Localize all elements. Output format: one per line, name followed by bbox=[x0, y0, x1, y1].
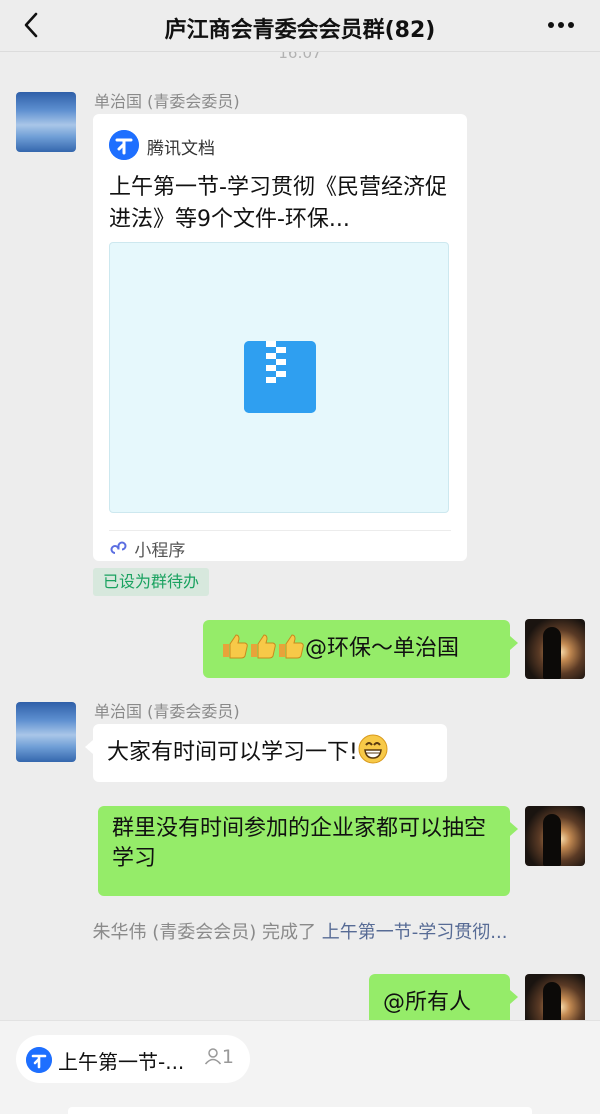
tencent-docs-logo-icon bbox=[109, 130, 139, 160]
message-text: 大家有时间可以学习一下! bbox=[107, 740, 358, 765]
sender-name: 单治国 (青委会委员) bbox=[94, 92, 240, 111]
other-message-bubble[interactable]: 大家有时间可以学习一下! bbox=[85, 724, 447, 782]
card-divider bbox=[109, 530, 451, 531]
chat-title: 庐江商会青委会会员群(82) bbox=[164, 18, 436, 43]
group-todo-tag[interactable]: 已设为群待办 bbox=[93, 568, 210, 596]
grinning-face-icon bbox=[358, 734, 388, 779]
sender-name: 单治国 (青委会委员) bbox=[94, 702, 240, 721]
bottom-bar: 上午第一节-... 1 bbox=[0, 1020, 600, 1114]
pinned-todo-title: 上午第一节-... bbox=[58, 1050, 185, 1074]
sender-avatar[interactable] bbox=[16, 92, 76, 152]
message-text: 群里没有时间参加的企业家都可以抽空学习 bbox=[112, 816, 487, 871]
more-icon[interactable] bbox=[544, 10, 578, 40]
doc-title: 上午第一节-学习贯彻《民营经济促进法》等9个文件-环保... bbox=[109, 175, 447, 232]
self-avatar[interactable] bbox=[525, 619, 585, 679]
message-text: @所有人 bbox=[383, 990, 472, 1015]
self-message-bubble[interactable]: @环保～单治国 bbox=[203, 620, 518, 678]
pinned-todo-count: 1 bbox=[204, 1046, 234, 1068]
chat-header: 庐江商会青委会会员群(82) bbox=[0, 0, 600, 52]
tencent-docs-logo-icon bbox=[26, 1047, 52, 1073]
message-input[interactable] bbox=[68, 1107, 532, 1114]
system-message: 朱华伟 (青委会会员) 完成了 上午第一节-学习贯彻... bbox=[0, 918, 600, 944]
mini-program-icon bbox=[110, 541, 127, 554]
person-icon bbox=[204, 1048, 221, 1065]
pinned-todo-chip[interactable]: 上午第一节-... 1 bbox=[16, 1035, 250, 1083]
app-name: 腾讯文档 bbox=[147, 139, 215, 159]
system-doc-link[interactable]: 上午第一节-学习贯彻... bbox=[322, 922, 508, 943]
thumbs-up-icon bbox=[221, 632, 305, 675]
message-text: @环保～单治国 bbox=[305, 636, 460, 661]
self-message-bubble[interactable]: 群里没有时间参加的企业家都可以抽空学习 bbox=[98, 806, 518, 896]
system-message-text: 朱华伟 (青委会会员) 完成了 bbox=[92, 922, 317, 943]
self-avatar[interactable] bbox=[525, 806, 585, 866]
pinned-count-value: 1 bbox=[221, 1046, 234, 1068]
mini-program-card[interactable]: 腾讯文档 上午第一节-学习贯彻《民营经济促进法》等9个文件-环保... 小程序 bbox=[93, 114, 467, 561]
sender-avatar[interactable] bbox=[16, 702, 76, 762]
doc-preview bbox=[109, 242, 449, 513]
mini-program-footer: 小程序 bbox=[109, 536, 185, 561]
zip-file-icon bbox=[244, 341, 316, 413]
mini-program-label: 小程序 bbox=[134, 541, 186, 561]
